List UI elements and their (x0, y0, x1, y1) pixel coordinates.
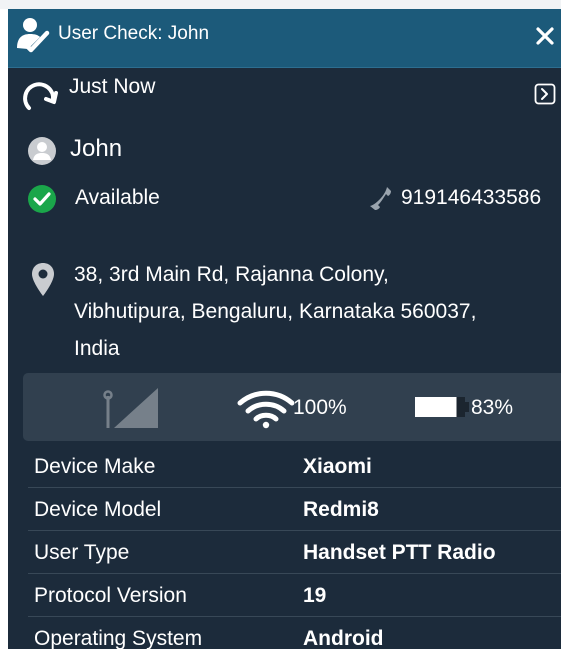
table-row: Operating System Android (28, 617, 561, 649)
user-check-icon (17, 18, 50, 53)
battery-icon (415, 397, 469, 417)
expand-panel-icon[interactable] (534, 83, 556, 105)
avatar-icon (28, 137, 56, 165)
refresh-icon[interactable] (22, 75, 60, 113)
address-line-1: 38, 3rd Main Rd, Rajanna Colony, (74, 263, 389, 286)
available-check-icon (28, 185, 56, 213)
battery-fill (415, 397, 457, 417)
table-row: Device Make Xiaomi (28, 445, 561, 488)
panel-title: User Check: John (58, 23, 210, 44)
wifi-icon (237, 390, 295, 429)
table-row: Device Model Redmi8 (28, 488, 561, 531)
location-pin-icon (32, 263, 54, 296)
device-make-label: Device Make (34, 455, 156, 478)
phone-icon[interactable] (365, 184, 395, 214)
user-check-panel: User Check: John Just Now John Available… (8, 9, 561, 649)
close-icon[interactable] (535, 26, 555, 46)
location-row: 38, 3rd Main Rd, Rajanna Colony, Vibhuti… (8, 252, 561, 367)
battery-level: 83% (471, 396, 514, 419)
user-type-value: Handset PTT Radio (303, 541, 496, 564)
table-row: Protocol Version 19 (28, 574, 561, 617)
operating-system-value: Android (303, 627, 384, 649)
status-row: Available 919146433586 (8, 182, 561, 216)
panel-header: User Check: John (8, 9, 561, 68)
wifi-strength: 100% (293, 396, 347, 419)
device-make-value: Xiaomi (303, 455, 372, 478)
cellular-signal-icon (103, 388, 158, 428)
availability-status: Available (75, 186, 160, 209)
user-name: John (70, 135, 123, 162)
background-strip (0, 0, 561, 9)
last-updated-label: Just Now (69, 75, 156, 98)
protocol-version-value: 19 (303, 584, 327, 607)
phone-number[interactable]: 919146433586 (401, 185, 541, 211)
address-line-3: India (74, 337, 120, 360)
protocol-version-label: Protocol Version (34, 584, 187, 607)
device-status-bar: 100% 83% (23, 373, 561, 441)
refresh-row: Just Now (8, 69, 561, 113)
address-line-2: Vibhutipura, Bengaluru, Karnataka 560037… (74, 300, 477, 323)
device-info-table: Device Make Xiaomi Device Model Redmi8 U… (28, 445, 561, 649)
table-row: User Type Handset PTT Radio (28, 531, 561, 574)
address: 38, 3rd Main Rd, Rajanna Colony, Vibhuti… (74, 256, 554, 367)
user-type-label: User Type (34, 541, 130, 564)
operating-system-label: Operating System (34, 627, 203, 649)
device-model-value: Redmi8 (303, 498, 379, 521)
device-model-label: Device Model (34, 498, 162, 521)
user-name-row: John (8, 133, 561, 167)
